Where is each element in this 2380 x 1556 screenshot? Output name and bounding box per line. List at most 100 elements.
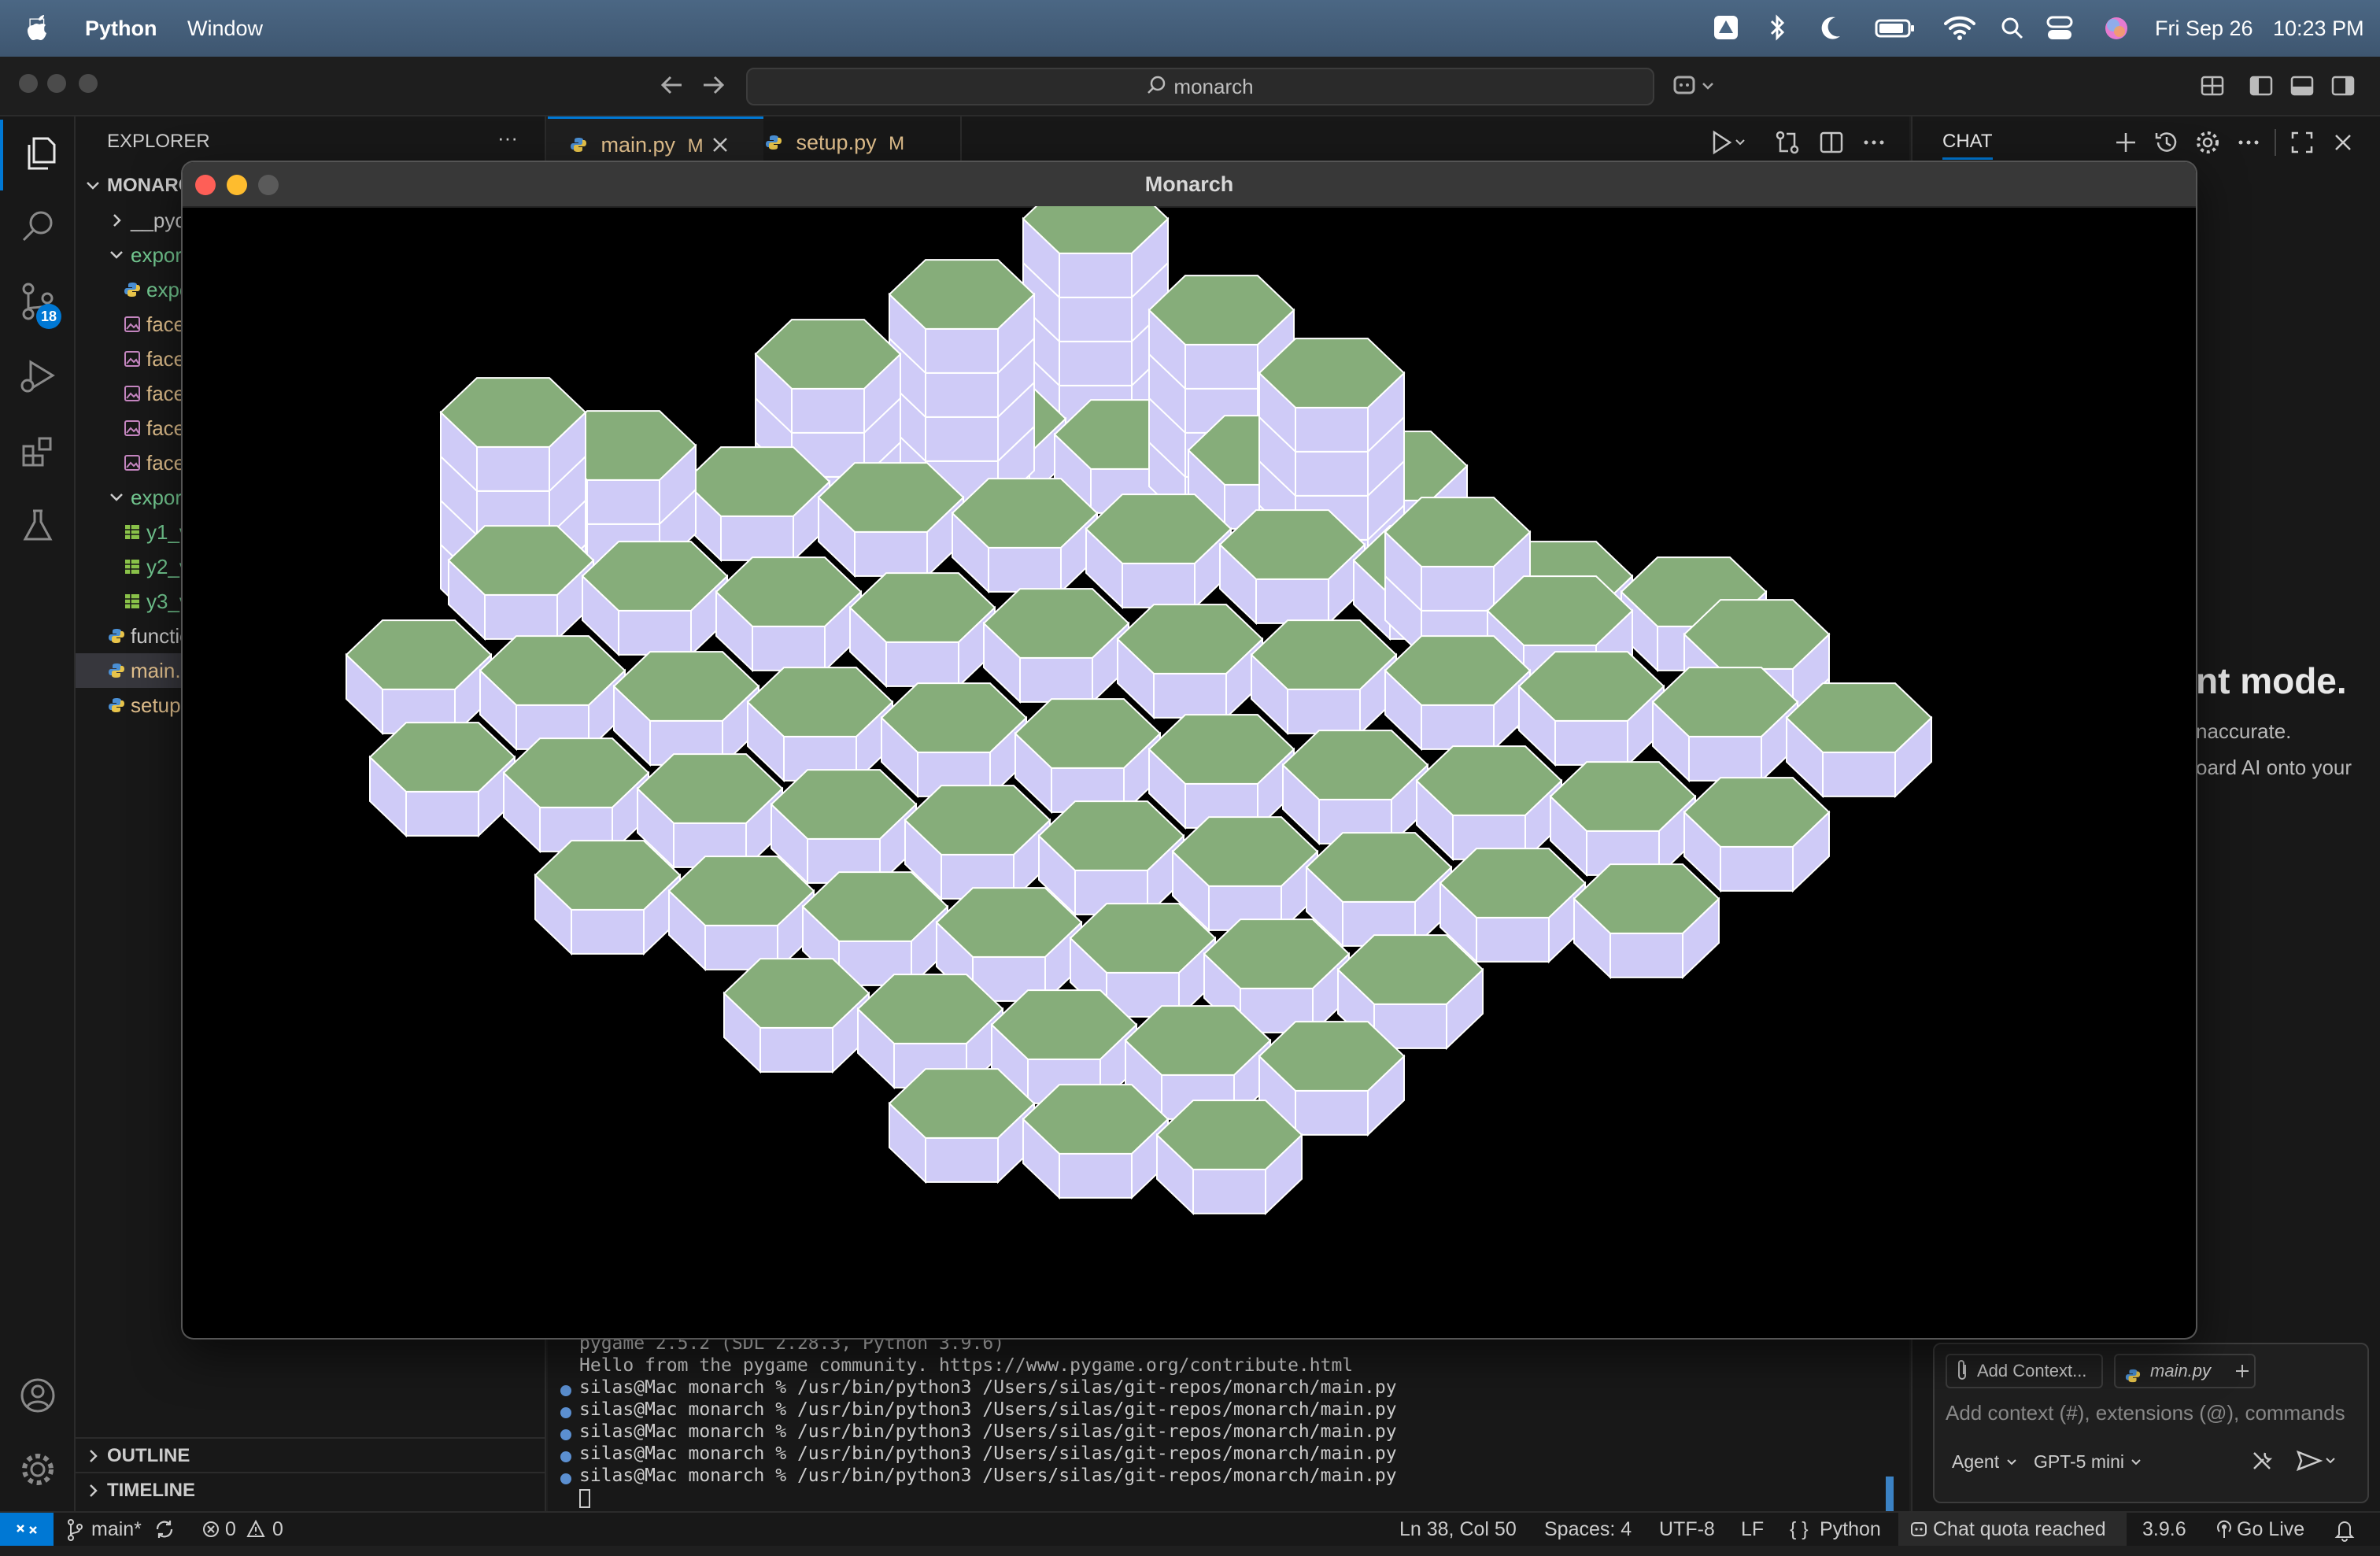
chevron-right-icon <box>107 203 126 238</box>
tab-setup-py[interactable]: setup.py M <box>743 116 962 168</box>
error-icon[interactable] <box>201 1513 220 1556</box>
status-bar: main* 0 0 Ln 38, Col 50 Spaces: 4 UTF-8 … <box>0 1511 2380 1546</box>
forward-arrow-icon[interactable] <box>699 71 727 103</box>
end-of-line[interactable]: LF <box>1741 1513 1764 1546</box>
chat-title[interactable]: CHAT <box>1942 131 1993 160</box>
history-icon[interactable] <box>2153 129 2180 160</box>
hex-side-face <box>1287 688 1361 734</box>
new-chat-icon[interactable] <box>2112 129 2139 160</box>
toggle-primary-sidebar-icon[interactable] <box>2248 72 2275 103</box>
hex-column <box>667 856 815 972</box>
explorer-more-button[interactable]: ··· <box>497 126 518 150</box>
menubar-date[interactable]: Fri Sep 26 <box>2155 0 2253 57</box>
toggle-secondary-sidebar-icon[interactable] <box>2330 72 2356 103</box>
pygame-minimize-button[interactable] <box>227 175 247 195</box>
agent-mode-label: Agent <box>1952 1451 2000 1472</box>
cursor-position[interactable]: Ln 38, Col 50 <box>1399 1513 1517 1546</box>
model-dropdown[interactable]: GPT-5 mini <box>2034 1451 2143 1473</box>
remote-indicator[interactable] <box>0 1513 54 1546</box>
broadcast-icon <box>2215 1513 2234 1556</box>
hex-column <box>1218 509 1366 626</box>
terminal-scrollbar[interactable] <box>1886 1477 1894 1511</box>
split-editor-icon[interactable] <box>1818 129 1845 160</box>
terminal-line: silas@Mac monarch % /usr/bin/python3 /Us… <box>579 1399 1397 1420</box>
command-status-dot[interactable] <box>560 1407 571 1418</box>
activity-search[interactable] <box>0 192 76 263</box>
activity-explorer[interactable] <box>0 120 79 190</box>
hex-side-face <box>571 908 645 955</box>
hex-side-face <box>1295 1089 1369 1136</box>
close-icon[interactable] <box>2330 129 2356 160</box>
activity-bar: 18 <box>0 116 76 1511</box>
indentation[interactable]: Spaces: 4 <box>1544 1513 1632 1546</box>
compare-changes-icon[interactable] <box>1774 129 1801 160</box>
context-file-chip[interactable]: main.py <box>2114 1354 2256 1388</box>
activity-source-control[interactable]: 18 <box>0 268 76 338</box>
command-status-dot[interactable] <box>560 1429 571 1440</box>
command-status-dot[interactable] <box>560 1451 571 1462</box>
menubar-time[interactable]: 10:23 PM <box>2273 0 2364 57</box>
run-python-icon[interactable] <box>1709 129 1749 160</box>
menu-app-name[interactable]: Python <box>85 0 157 57</box>
activity-manage[interactable] <box>0 1436 76 1506</box>
hex-side-face <box>885 641 959 687</box>
window-zoom-button[interactable] <box>79 74 98 93</box>
hex-side-face <box>988 546 1062 593</box>
command-status-dot[interactable] <box>560 1473 571 1484</box>
gear-icon[interactable] <box>2194 129 2221 160</box>
pygame-window[interactable]: Monarch <box>183 162 2196 1338</box>
window-close-button[interactable] <box>19 74 38 93</box>
activity-testing[interactable] <box>0 491 76 562</box>
go-live-button[interactable]: Go Live <box>2237 1513 2304 1546</box>
hex-side-face <box>1688 735 1762 782</box>
sync-icon[interactable] <box>154 1513 175 1556</box>
command-status-dot[interactable] <box>560 1385 571 1396</box>
activity-run-debug[interactable] <box>0 342 76 412</box>
image-file-icon <box>123 445 142 480</box>
more-actions-icon[interactable] <box>2235 129 2262 160</box>
command-center-search[interactable]: monarch <box>746 68 1654 105</box>
timeline-section[interactable]: TIMELINE <box>76 1472 546 1508</box>
bell-icon[interactable] <box>2334 1513 2355 1556</box>
python-version[interactable]: 3.9.6 <box>2142 1513 2186 1546</box>
hex-column <box>1683 777 1831 893</box>
language-mode[interactable]: Python <box>1820 1513 1881 1546</box>
hex-column <box>581 541 729 657</box>
activity-accounts[interactable] <box>0 1362 76 1432</box>
hex-side-face <box>1255 578 1329 624</box>
outline-section[interactable]: OUTLINE <box>76 1437 546 1473</box>
plus-icon[interactable] <box>2234 1355 2251 1397</box>
terminal-line: silas@Mac monarch % /usr/bin/python3 /Us… <box>579 1421 1397 1442</box>
chat-quota-indicator[interactable]: Chat quota reached <box>1898 1513 2127 1546</box>
layout-customize-icon[interactable] <box>2199 72 2226 103</box>
toggle-panel-icon[interactable] <box>2289 72 2315 103</box>
activity-extensions[interactable] <box>0 417 76 488</box>
chat-input-box[interactable]: Add Context... main.py Add context (#), … <box>1933 1343 2369 1503</box>
encoding[interactable]: UTF-8 <box>1659 1513 1715 1546</box>
hex-terrain-canvas[interactable] <box>183 206 2196 1338</box>
scm-badge: 18 <box>36 304 61 329</box>
pygame-titlebar[interactable]: Monarch <box>183 162 2196 208</box>
more-actions-icon[interactable] <box>1861 129 1887 160</box>
copilot-icon[interactable] <box>1672 72 1719 105</box>
window-minimize-button[interactable] <box>47 74 66 93</box>
pygame-close-button[interactable] <box>195 175 216 195</box>
agent-mode-dropdown[interactable]: Agent <box>1952 1451 2019 1473</box>
tab-label: setup.py <box>796 131 877 154</box>
pygame-zoom-button[interactable] <box>258 175 279 195</box>
terminal-cursor <box>579 1489 590 1508</box>
chat-input-placeholder[interactable]: Add context (#), extensions (@), command… <box>1946 1401 2355 1425</box>
git-branch[interactable]: main* <box>91 1513 142 1546</box>
maximize-icon[interactable] <box>2289 129 2315 160</box>
add-context-button[interactable]: Add Context... <box>1946 1354 2103 1388</box>
warning-count[interactable]: 0 <box>272 1513 283 1546</box>
send-icon[interactable] <box>2295 1448 2338 1477</box>
terminal-panel[interactable]: pygame 2.5.2 (SDL 2.28.3, Python 3.9.6) H… <box>548 1333 1909 1511</box>
warning-icon[interactable] <box>246 1513 266 1556</box>
menu-window[interactable]: Window <box>187 0 263 57</box>
python-file-icon <box>107 619 126 653</box>
back-arrow-icon[interactable] <box>658 71 686 103</box>
files-icon <box>23 135 59 176</box>
tools-icon[interactable] <box>2249 1448 2275 1477</box>
error-count[interactable]: 0 <box>225 1513 236 1546</box>
